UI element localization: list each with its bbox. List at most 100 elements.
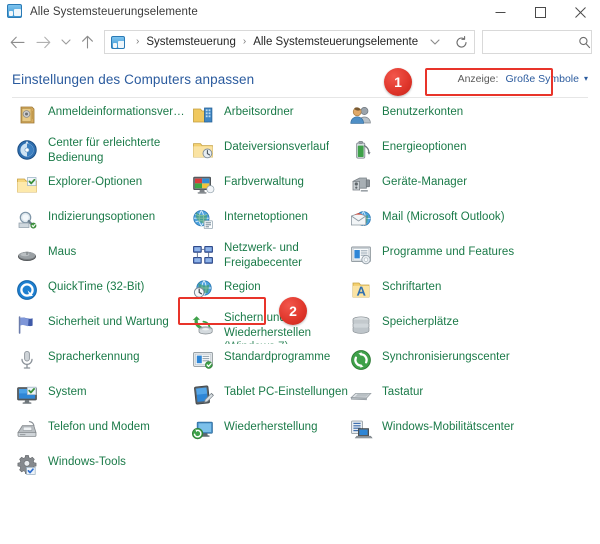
breadcrumb-item-systemsteuerung[interactable]: Systemsteuerung bbox=[145, 36, 237, 48]
items-column-3: Benutzerkonten Energieoptionen Geräte-Ma… bbox=[348, 98, 588, 448]
item-telefon-und-modem[interactable]: Telefon und Modem bbox=[14, 413, 194, 448]
search-input[interactable] bbox=[483, 32, 578, 52]
system-monitor-icon bbox=[14, 382, 40, 408]
item-label: Mail (Microsoft Outlook) bbox=[382, 211, 505, 223]
address-bar[interactable]: › Systemsteuerung › Alle Systemsteuerung… bbox=[104, 30, 475, 54]
item-system[interactable]: System bbox=[14, 378, 194, 413]
item-wiederherstellung[interactable]: Wiederherstellung bbox=[190, 413, 350, 448]
annotation-badge-2: 2 bbox=[279, 297, 307, 325]
item-speicherplaetze[interactable]: Speicherplätze bbox=[348, 308, 588, 343]
maximize-button[interactable] bbox=[520, 0, 560, 24]
chevron-down-icon[interactable]: ▾ bbox=[584, 74, 588, 83]
item-label: Wiederherstellung bbox=[224, 421, 318, 433]
up-arrow-icon[interactable] bbox=[76, 30, 98, 54]
programs-features-icon bbox=[348, 242, 374, 268]
item-label: Region bbox=[224, 281, 261, 293]
network-sharing-center-icon bbox=[190, 242, 216, 268]
address-control-panel-icon bbox=[111, 35, 125, 49]
item-label: Tastatur bbox=[382, 386, 424, 398]
item-programme-und-features[interactable]: Programme und Features bbox=[348, 238, 588, 273]
control-panel-items-grid: Anmeldeinformationsver… Center für erlei… bbox=[0, 98, 600, 475]
backup-restore-icon bbox=[190, 312, 216, 338]
phone-modem-icon bbox=[14, 417, 40, 443]
item-quicktime-32-bit[interactable]: QuickTime (32-Bit) bbox=[14, 273, 194, 308]
item-sicherheit-und-wartung[interactable]: Sicherheit und Wartung bbox=[14, 308, 194, 343]
user-accounts-icon bbox=[348, 102, 374, 128]
windows-tools-gear-icon bbox=[14, 452, 40, 478]
item-label: Spracherkennung bbox=[48, 351, 140, 363]
item-synchronisierungscenter[interactable]: Synchronisierungscenter bbox=[348, 343, 588, 378]
minimize-button[interactable] bbox=[480, 0, 520, 24]
item-label: Center für erleichterte Bedienung bbox=[48, 136, 160, 165]
item-arbeitsordner[interactable]: Arbeitsordner bbox=[190, 98, 350, 133]
item-label: Windows-Mobilitätscenter bbox=[382, 421, 515, 433]
region-globe-clock-icon bbox=[190, 277, 216, 303]
control-panel-icon bbox=[7, 4, 23, 20]
item-label: Arbeitsordner bbox=[224, 106, 294, 118]
item-label: Farbverwaltung bbox=[224, 176, 304, 188]
view-selector[interactable]: Anzeige: Große Symbole ▾ bbox=[458, 73, 588, 85]
item-energieoptionen[interactable]: Energieoptionen bbox=[348, 133, 588, 168]
item-label: Schriftarten bbox=[382, 281, 442, 293]
item-label: Sicherheit und Wartung bbox=[48, 316, 169, 328]
sync-center-icon bbox=[348, 347, 374, 373]
close-icon[interactable] bbox=[560, 0, 600, 24]
window-controls bbox=[480, 0, 600, 24]
title-bar: Alle Systemsteuerungselemente bbox=[0, 0, 600, 24]
item-label: Energieoptionen bbox=[382, 141, 467, 153]
item-label: Dateiversionsverlauf bbox=[224, 141, 330, 153]
view-selector-value[interactable]: Große Symbole bbox=[505, 73, 579, 85]
mouse-icon bbox=[14, 242, 40, 268]
item-label-line2: Wiederherstellen bbox=[224, 326, 312, 339]
item-label-line1: Center für erleichterte bbox=[48, 137, 161, 149]
item-label: Indizierungsoptionen bbox=[48, 211, 156, 223]
page-title: Einstellungen des Computers anpassen bbox=[12, 71, 255, 87]
item-schriftarten[interactable]: Schriftarten bbox=[348, 273, 588, 308]
view-selector-label: Anzeige: bbox=[457, 73, 499, 85]
item-label: Benutzerkonten bbox=[382, 106, 464, 118]
item-standardprogramme[interactable]: Standardprogramme bbox=[190, 343, 350, 378]
items-column-1: Anmeldeinformationsver… Center für erlei… bbox=[14, 98, 194, 483]
item-tablet-pc-einstellungen[interactable]: Tablet PC-Einstellungen bbox=[190, 378, 350, 413]
item-label: QuickTime (32-Bit) bbox=[48, 281, 145, 293]
item-windows-mobilitaetscenter[interactable]: Windows-Mobilitätscenter bbox=[348, 413, 588, 448]
item-internetoptionen[interactable]: Internetoptionen bbox=[190, 203, 350, 238]
item-tastatur[interactable]: Tastatur bbox=[348, 378, 588, 413]
item-anmeldeinformationsverwaltung[interactable]: Anmeldeinformationsver… bbox=[14, 98, 194, 133]
item-region[interactable]: Region bbox=[190, 273, 350, 308]
ease-of-access-icon bbox=[14, 137, 40, 163]
item-label: Anmeldeinformationsver… bbox=[48, 106, 185, 118]
item-label: Explorer-Optionen bbox=[48, 176, 143, 188]
refresh-icon[interactable] bbox=[448, 31, 474, 53]
breadcrumb-item-alle-systemsteuerungselemente[interactable]: Alle Systemsteuerungselemente bbox=[252, 36, 419, 48]
item-netzwerk-und-freigabecenter[interactable]: Netzwerk- und Freigabecenter bbox=[190, 238, 350, 273]
back-arrow-icon[interactable] bbox=[4, 30, 30, 54]
security-maintenance-flag-icon bbox=[14, 312, 40, 338]
item-center-fuer-erleichterte-bedienung[interactable]: Center für erleichterte Bedienung bbox=[14, 133, 194, 168]
mail-icon bbox=[348, 207, 374, 233]
item-spracherkennung[interactable]: Spracherkennung bbox=[14, 343, 194, 378]
address-dropdown-chevron-icon[interactable] bbox=[422, 31, 448, 53]
item-maus[interactable]: Maus bbox=[14, 238, 194, 273]
item-farbverwaltung[interactable]: Farbverwaltung bbox=[190, 168, 350, 203]
item-benutzerkonten[interactable]: Benutzerkonten bbox=[348, 98, 588, 133]
item-dateiversionsverlauf[interactable]: Dateiversionsverlauf bbox=[190, 133, 350, 168]
item-label: System bbox=[48, 386, 87, 398]
item-geraete-manager[interactable]: Geräte-Manager bbox=[348, 168, 588, 203]
item-indizierungsoptionen[interactable]: Indizierungsoptionen bbox=[14, 203, 194, 238]
speech-recognition-microphone-icon bbox=[14, 347, 40, 373]
search-box[interactable] bbox=[482, 30, 592, 54]
forward-arrow-icon[interactable] bbox=[30, 30, 56, 54]
item-explorer-optionen[interactable]: Explorer-Optionen bbox=[14, 168, 194, 203]
default-programs-icon bbox=[190, 347, 216, 373]
item-label: Windows-Tools bbox=[48, 456, 126, 468]
item-mail-microsoft-outlook[interactable]: Mail (Microsoft Outlook) bbox=[348, 203, 588, 238]
item-sichern-und-wiederherstellen[interactable]: Sichern und Wiederherstellen (Windows 7) bbox=[190, 308, 350, 344]
item-windows-tools[interactable]: Windows-Tools bbox=[14, 448, 194, 483]
file-history-icon bbox=[190, 137, 216, 163]
item-label: Telefon und Modem bbox=[48, 421, 150, 433]
windows-mobility-center-icon bbox=[348, 417, 374, 443]
search-icon[interactable] bbox=[578, 36, 591, 49]
annotation-badge-1: 1 bbox=[384, 68, 412, 96]
recent-locations-chevron-icon[interactable] bbox=[56, 30, 76, 54]
